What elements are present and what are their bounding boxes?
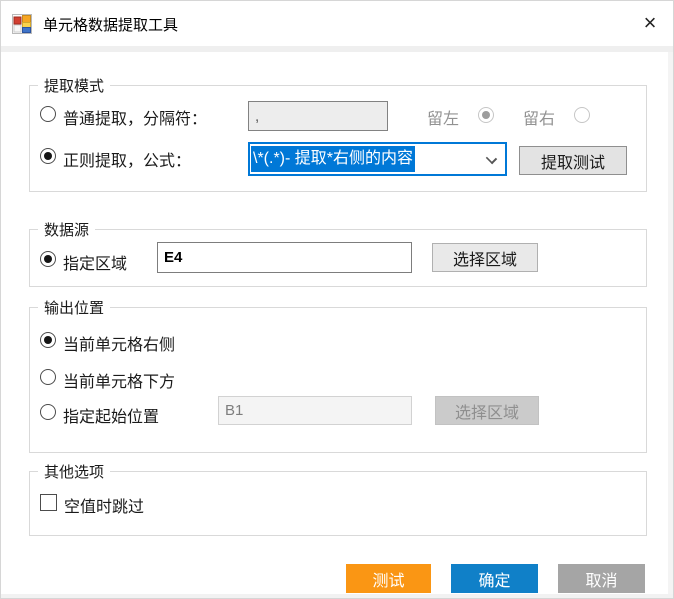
radio-below-cell-label[interactable]: 当前单元格下方: [63, 368, 175, 392]
titlebar-separator: [1, 46, 673, 52]
radio-right-of-cell-label[interactable]: 当前单元格右侧: [63, 331, 175, 355]
title-bar: 单元格数据提取工具 ×: [1, 1, 673, 46]
formula-selected-text: \*(.*)- 提取*右侧的内容: [251, 146, 416, 172]
frame-edge-bottom: [1, 594, 673, 598]
radio-keep-left[interactable]: [478, 107, 494, 123]
select-start-area-button: 选择区域: [435, 396, 539, 425]
select-area-button[interactable]: 选择区域: [432, 243, 538, 272]
start-cell-input: [218, 396, 412, 425]
radio-below-cell[interactable]: [40, 369, 56, 385]
keep-left-label[interactable]: 留左: [427, 105, 459, 129]
group-other-options: 其他选项 空值时跳过: [29, 461, 647, 536]
group-extract-mode: 提取模式 普通提取，分隔符： 留左 留右 正则提取，公式： \*(.*)- 提取…: [29, 75, 647, 192]
group-data-source: 数据源 指定区域 选择区域: [29, 219, 647, 287]
radio-normal-extract-label[interactable]: 普通提取，分隔符：: [63, 105, 207, 129]
radio-start-position[interactable]: [40, 404, 56, 420]
close-icon[interactable]: ×: [633, 7, 667, 39]
chevron-down-icon[interactable]: [485, 152, 498, 165]
window-title: 单元格数据提取工具: [43, 17, 179, 34]
ok-button[interactable]: 确定: [451, 564, 538, 593]
range-input[interactable]: [157, 242, 412, 273]
formula-combobox[interactable]: \*(.*)- 提取*右侧的内容: [248, 142, 507, 176]
group-data-source-title: 数据源: [38, 219, 96, 240]
test-button[interactable]: 测试: [346, 564, 431, 593]
skip-empty-label[interactable]: 空值时跳过: [64, 493, 144, 517]
radio-regex-extract[interactable]: [40, 148, 56, 164]
app-icon: [12, 14, 32, 34]
keep-right-label[interactable]: 留右: [523, 105, 555, 129]
group-other-options-title: 其他选项: [38, 461, 111, 482]
radio-keep-right[interactable]: [574, 107, 590, 123]
radio-normal-extract[interactable]: [40, 106, 56, 122]
radio-specified-area[interactable]: [40, 251, 56, 267]
extract-test-button[interactable]: 提取测试: [519, 146, 627, 175]
radio-specified-area-label[interactable]: 指定区域: [63, 250, 127, 274]
group-output-position: 输出位置 当前单元格右侧 当前单元格下方 指定起始位置 选择区域: [29, 297, 647, 453]
cancel-button[interactable]: 取消: [558, 564, 645, 593]
group-extract-mode-title: 提取模式: [38, 75, 111, 96]
radio-start-position-label[interactable]: 指定起始位置: [63, 403, 159, 427]
frame-edge-right: [668, 52, 673, 594]
dialog-window: 单元格数据提取工具 × 提取模式 普通提取，分隔符： 留左 留右 正则提取，公式…: [0, 0, 674, 599]
radio-regex-extract-label[interactable]: 正则提取，公式：: [63, 147, 191, 171]
separator-input[interactable]: [248, 101, 388, 131]
group-output-position-title: 输出位置: [38, 297, 111, 318]
radio-right-of-cell[interactable]: [40, 332, 56, 348]
skip-empty-checkbox[interactable]: [40, 494, 57, 511]
